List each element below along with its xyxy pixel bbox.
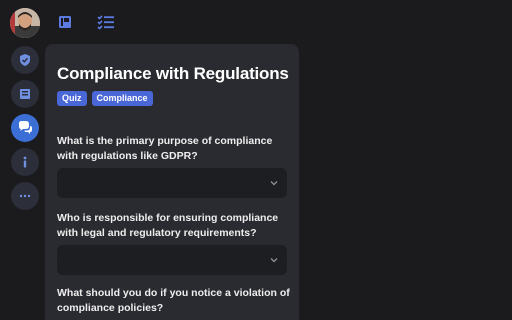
- sidebar-item-library[interactable]: [11, 80, 39, 108]
- avatar[interactable]: [10, 8, 40, 38]
- notebook-icon: [59, 16, 71, 28]
- sidebar: [0, 0, 48, 320]
- book-icon: [20, 89, 30, 99]
- app-window: Compliance with Regulations Quiz Complia…: [0, 0, 512, 320]
- avatar-image: [10, 8, 40, 38]
- question-1-select[interactable]: [57, 168, 287, 198]
- more-dots-icon: [19, 194, 31, 198]
- checklist-icon: [97, 15, 114, 30]
- question-1-text: What is the primary purpose of complianc…: [57, 135, 273, 162]
- sidebar-item-info[interactable]: [11, 148, 39, 176]
- question-2-select[interactable]: [57, 245, 287, 275]
- tab-notebook[interactable]: [55, 12, 75, 32]
- sidebar-item-security[interactable]: [11, 46, 39, 74]
- chevron-down-icon: [270, 258, 278, 263]
- chat-bubbles-icon: [19, 121, 32, 134]
- tag-list: Quiz Compliance: [57, 91, 153, 106]
- tag-quiz: Quiz: [57, 91, 87, 106]
- sidebar-item-more[interactable]: [11, 182, 39, 210]
- page-title: Compliance with Regulations: [57, 64, 289, 83]
- shield-check-icon: [20, 54, 30, 66]
- tag-compliance: Compliance: [91, 91, 153, 106]
- question-3-text: What should you do if you notice a viola…: [57, 287, 290, 314]
- question-2-text: Who is responsible for ensuring complian…: [57, 212, 279, 239]
- tab-checklist[interactable]: [96, 12, 116, 32]
- quiz-card: Compliance with Regulations Quiz Complia…: [45, 44, 299, 320]
- sidebar-item-chat[interactable]: [11, 114, 39, 142]
- chevron-down-icon: [270, 181, 278, 186]
- info-icon: [23, 156, 27, 168]
